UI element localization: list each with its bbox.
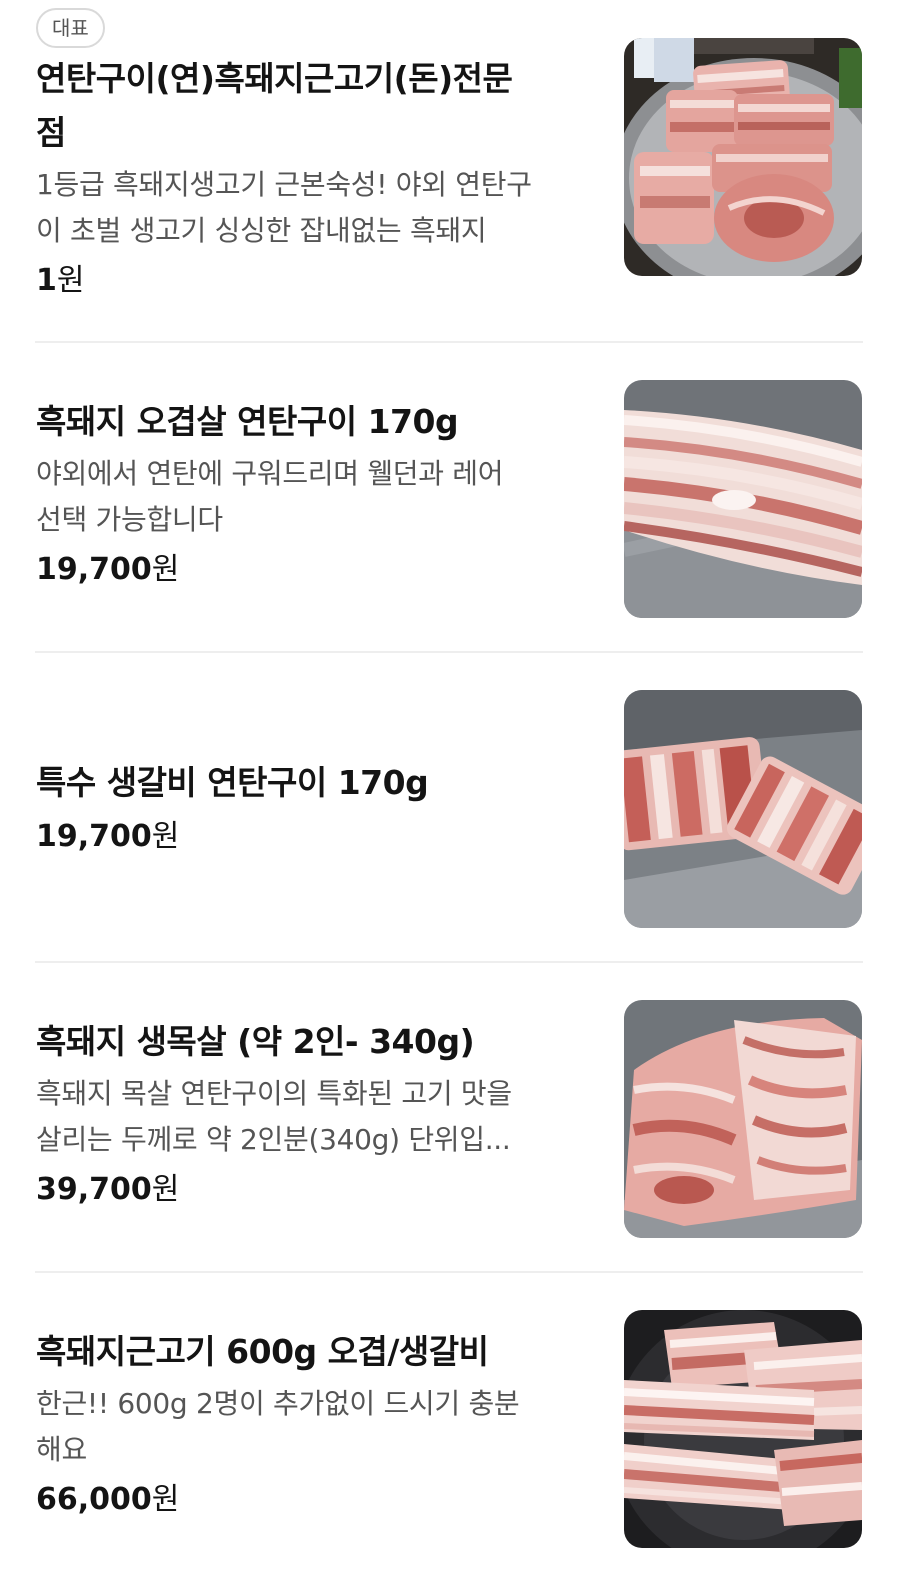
menu-item-name-line: 특수 생갈비 연탄구이 170g: [36, 763, 429, 802]
menu-item-text: 흑돼지 오겹살 연탄구이 170g 야외에서 연탄에 구워드리며 웰던과 레어 …: [36, 395, 591, 593]
menu-item-name-line: 흑돼지 오겹살 연탄구이 170g: [36, 402, 459, 441]
menu-item-price: 1원: [36, 258, 591, 304]
menu-item-name: 연탄구이(연)흑돼지근고기(돈)전문 점: [36, 52, 591, 160]
menu-item-desc-line: 1등급 흑돼지생고기 근본숙성! 야외 연탄구: [36, 168, 532, 201]
menu-item[interactable]: 대표 연탄구이(연)흑돼지근고기(돈)전문 점 1등급 흑돼지생고기 근본숙성!…: [0, 0, 899, 342]
menu-item[interactable]: 흑돼지근고기 600g 오겹/생갈비 한근!! 600g 2명이 추가없이 드시…: [0, 1273, 899, 1588]
menu-item-desc-line: 이 초벌 생고기 싱싱한 잡내없는 흑돼지: [36, 214, 487, 247]
menu-item-name: 특수 생갈비 연탄구이 170g: [36, 756, 591, 810]
menu-item-photo[interactable]: [624, 690, 862, 928]
menu-item-description: 1등급 흑돼지생고기 근본숙성! 야외 연탄구 이 초벌 생고기 싱싱한 잡내없…: [36, 162, 591, 254]
menu-item[interactable]: 특수 생갈비 연탄구이 170g 19,700원: [0, 653, 899, 962]
signature-badge: 대표: [36, 8, 105, 48]
pork-belly-slab-photo: [624, 380, 862, 618]
pork-on-grill-photo: [624, 1310, 862, 1548]
menu-item-name-line: 연탄구이(연)흑돼지근고기(돈)전문: [36, 59, 513, 98]
price-currency: 원: [151, 819, 180, 854]
menu-item[interactable]: 흑돼지 생목살 (약 2인- 340g) 흑돼지 목살 연탄구이의 특화된 고기…: [0, 963, 899, 1272]
menu-item-desc-line: 한근!! 600g 2명이 추가없이 드시기 충분: [36, 1387, 520, 1420]
menu-item-name-line: 흑돼지근고기 600g 오겹/생갈비: [36, 1332, 489, 1371]
menu-item-text: 흑돼지 생목살 (약 2인- 340g) 흑돼지 목살 연탄구이의 특화된 고기…: [36, 1015, 591, 1213]
price-currency: 원: [151, 552, 180, 587]
price-amount: 1: [36, 263, 57, 298]
price-amount: 19,700: [36, 819, 152, 854]
menu-item-text: 특수 생갈비 연탄구이 170g 19,700원: [36, 756, 591, 860]
menu-item-description: 한근!! 600g 2명이 추가없이 드시기 충분 해요: [36, 1381, 591, 1473]
menu-item-name-line: 흑돼지 생목살 (약 2인- 340g): [36, 1022, 475, 1061]
menu-item-desc-line: 야외에서 연탄에 구워드리며 웰던과 레어: [36, 457, 504, 490]
price-amount: 66,000: [36, 1482, 152, 1517]
menu-item-photo[interactable]: [624, 380, 862, 618]
menu-item-photo[interactable]: [624, 1000, 862, 1238]
price-currency: 원: [56, 263, 85, 298]
price-amount: 19,700: [36, 552, 152, 587]
menu-item-description: 야외에서 연탄에 구워드리며 웰던과 레어 선택 가능합니다: [36, 451, 591, 543]
menu-item-price: 19,700원: [36, 547, 591, 593]
menu-item-desc-line: 살리는 두께로 약 2인분(340g) 단위입...: [36, 1123, 511, 1156]
menu-item-photo[interactable]: [624, 1310, 862, 1548]
menu-item-description: 흑돼지 목살 연탄구이의 특화된 고기 맛을 살리는 두께로 약 2인분(340…: [36, 1071, 591, 1163]
menu-item-name-line: 점: [36, 113, 66, 152]
price-currency: 원: [151, 1482, 180, 1517]
pork-neck-chunk-photo: [624, 1000, 862, 1238]
menu-item-price: 19,700원: [36, 814, 591, 860]
menu-item[interactable]: 흑돼지 오겹살 연탄구이 170g 야외에서 연탄에 구워드리며 웰던과 레어 …: [0, 343, 899, 652]
price-amount: 39,700: [36, 1172, 152, 1207]
menu-item-text: 흑돼지근고기 600g 오겹/생갈비 한근!! 600g 2명이 추가없이 드시…: [36, 1325, 591, 1523]
menu-item-name: 흑돼지 오겹살 연탄구이 170g: [36, 395, 591, 449]
menu-item-desc-line: 선택 가능합니다: [36, 503, 223, 536]
menu-item-desc-line: 흑돼지 목살 연탄구이의 특화된 고기 맛을: [36, 1077, 512, 1110]
pork-rib-strips-photo: [624, 690, 862, 928]
grilled-pork-platter-photo: [624, 38, 862, 276]
menu-item-name: 흑돼지근고기 600g 오겹/생갈비: [36, 1325, 591, 1379]
menu-item-price: 66,000원: [36, 1477, 591, 1523]
menu-item-price: 39,700원: [36, 1167, 591, 1213]
menu-item-photo[interactable]: [624, 38, 862, 276]
menu-item-desc-line: 해요: [36, 1433, 87, 1466]
price-currency: 원: [151, 1172, 180, 1207]
menu-item-text: 연탄구이(연)흑돼지근고기(돈)전문 점 1등급 흑돼지생고기 근본숙성! 야외…: [36, 52, 591, 304]
menu-item-name: 흑돼지 생목살 (약 2인- 340g): [36, 1015, 591, 1069]
